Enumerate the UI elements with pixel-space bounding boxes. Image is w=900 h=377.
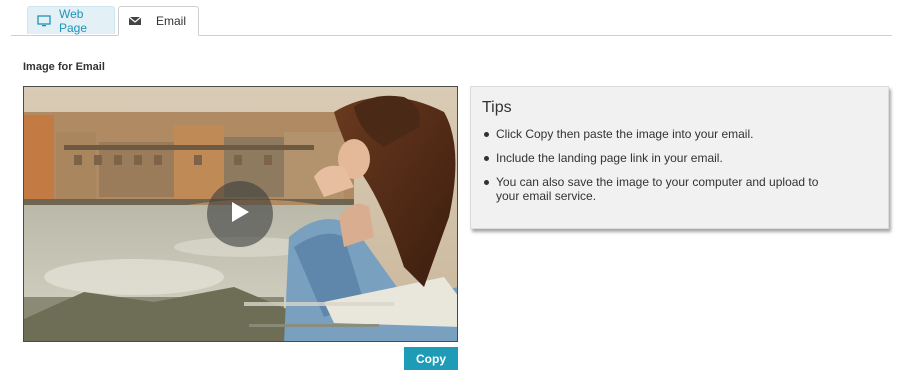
- envelope-icon: [128, 15, 142, 27]
- play-button[interactable]: [207, 181, 273, 247]
- section-label: Image for Email: [23, 61, 105, 73]
- tab-web-page[interactable]: Web Page: [27, 6, 115, 35]
- tips-list: Click Copy then paste the image into you…: [482, 127, 842, 213]
- tab-email[interactable]: Email: [118, 6, 199, 36]
- tips-title: Tips: [482, 99, 512, 116]
- tip-item: Click Copy then paste the image into you…: [482, 127, 842, 141]
- monitor-icon: [37, 14, 51, 27]
- tip-item: You can also save the image to your comp…: [482, 175, 826, 203]
- tab-web-page-label: Web Page: [59, 6, 88, 35]
- tip-item: Include the landing page link in your em…: [482, 151, 842, 165]
- tab-bar: Web Page Email: [11, 6, 892, 36]
- tips-panel: Tips Click Copy then paste the image int…: [470, 86, 889, 229]
- copy-button[interactable]: Copy: [404, 347, 458, 370]
- tab-email-label: Email: [156, 14, 187, 28]
- play-icon: [229, 200, 251, 229]
